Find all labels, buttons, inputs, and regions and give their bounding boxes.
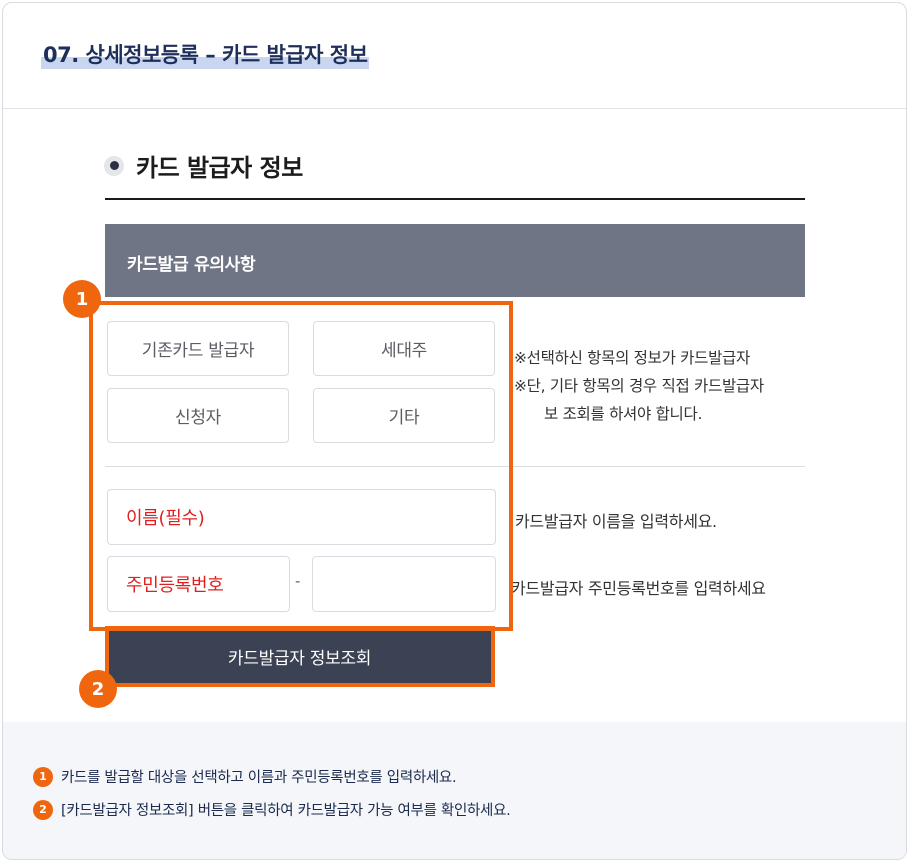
rrn-front-input[interactable]: 주민등록번호 (107, 556, 290, 612)
guide-number-badge: 2 (33, 799, 53, 820)
section-title: 카드 발급자 정보 (136, 154, 303, 182)
note-line: ※선택하신 항목의 정보가 카드발급자 (514, 349, 750, 367)
cardholder-search-button[interactable]: 카드발급자 정보조회 (107, 628, 492, 684)
name-hint: 카드발급자 이름을 입력하세요. (515, 512, 717, 531)
option-head-of-household[interactable]: 세대주 (313, 321, 495, 376)
rrn-back-input[interactable] (312, 556, 496, 612)
page-title: 07. 상세정보등록 – 카드 발급자 정보 (41, 39, 370, 69)
step-marker-2: 2 (79, 670, 117, 708)
header: 07. 상세정보등록 – 카드 발급자 정보 (3, 3, 906, 109)
main-content: 카드 발급자 정보 카드발급 유의사항 기존카드 발급자 세대주 신청자 기타 … (3, 110, 906, 722)
guide-text: 카드를 발급할 대상을 선택하고 이름과 주민등록번호를 입력하세요. (61, 770, 457, 786)
section-divider (105, 198, 805, 200)
section-heading: 카드 발급자 정보 (104, 148, 303, 183)
rrn-separator: - (295, 572, 301, 590)
guide-item: 1 카드를 발급할 대상을 선택하고 이름과 주민등록번호를 입력하세요. (33, 766, 457, 787)
form-divider (105, 466, 805, 467)
selection-notes: ※선택하신 항목의 정보가 카드발급자 ※단, 기타 항목의 경우 직접 카드발… (514, 344, 805, 428)
bullet-icon (104, 155, 124, 176)
guide-panel: 1 카드를 발급할 대상을 선택하고 이름과 주민등록번호를 입력하세요. 2 … (3, 722, 906, 859)
guide-item: 2 [카드발급자 정보조회] 버튼을 클릭하여 카드발급자 가능 여부를 확인하… (33, 799, 511, 820)
note-line: ※단, 기타 항목의 경우 직접 카드발급자 (514, 377, 764, 395)
note-line: 보 조회를 하셔야 합니다. (544, 405, 703, 423)
option-existing-cardholder[interactable]: 기존카드 발급자 (107, 321, 289, 376)
notice-title: 카드발급 유의사항 (127, 255, 256, 275)
tutorial-frame: 07. 상세정보등록 – 카드 발급자 정보 카드 발급자 정보 카드발급 유의… (2, 2, 907, 860)
option-applicant[interactable]: 신청자 (107, 388, 289, 443)
name-input[interactable]: 이름(필수) (107, 489, 496, 545)
rrn-hint: 카드발급자 주민등록번호를 입력하세요 (511, 579, 766, 598)
step-marker-1: 1 (63, 280, 101, 318)
notice-bar[interactable]: 카드발급 유의사항 (105, 224, 805, 297)
option-other[interactable]: 기타 (313, 388, 495, 443)
guide-number-badge: 1 (33, 766, 53, 787)
rrn-label: 주민등록번호 (126, 575, 224, 596)
guide-text: [카드발급자 정보조회] 버튼을 클릭하여 카드발급자 가능 여부를 확인하세요… (61, 803, 511, 819)
name-label: 이름(필수) (126, 508, 205, 529)
